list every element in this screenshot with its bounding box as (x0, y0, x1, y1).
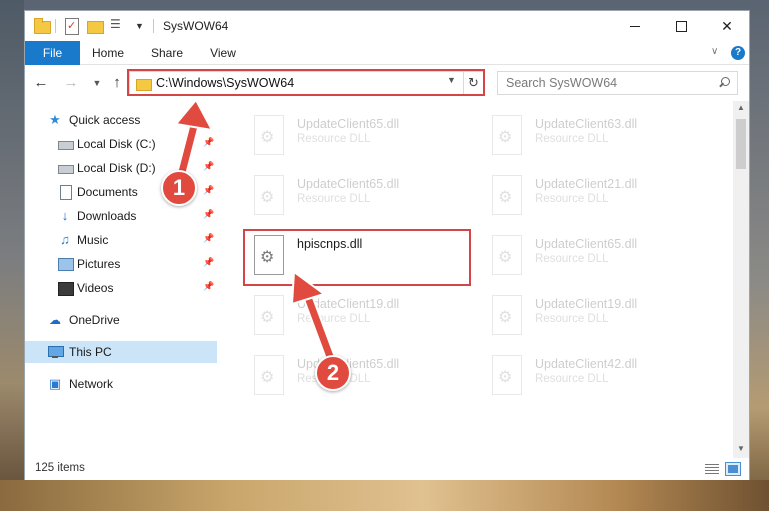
step-1-badge: 1 (161, 170, 197, 206)
arrow-to-address-bar (174, 98, 214, 186)
step-2-badge: 2 (315, 355, 351, 391)
annotation-arrows (174, 98, 338, 368)
arrow-to-file (290, 270, 338, 368)
